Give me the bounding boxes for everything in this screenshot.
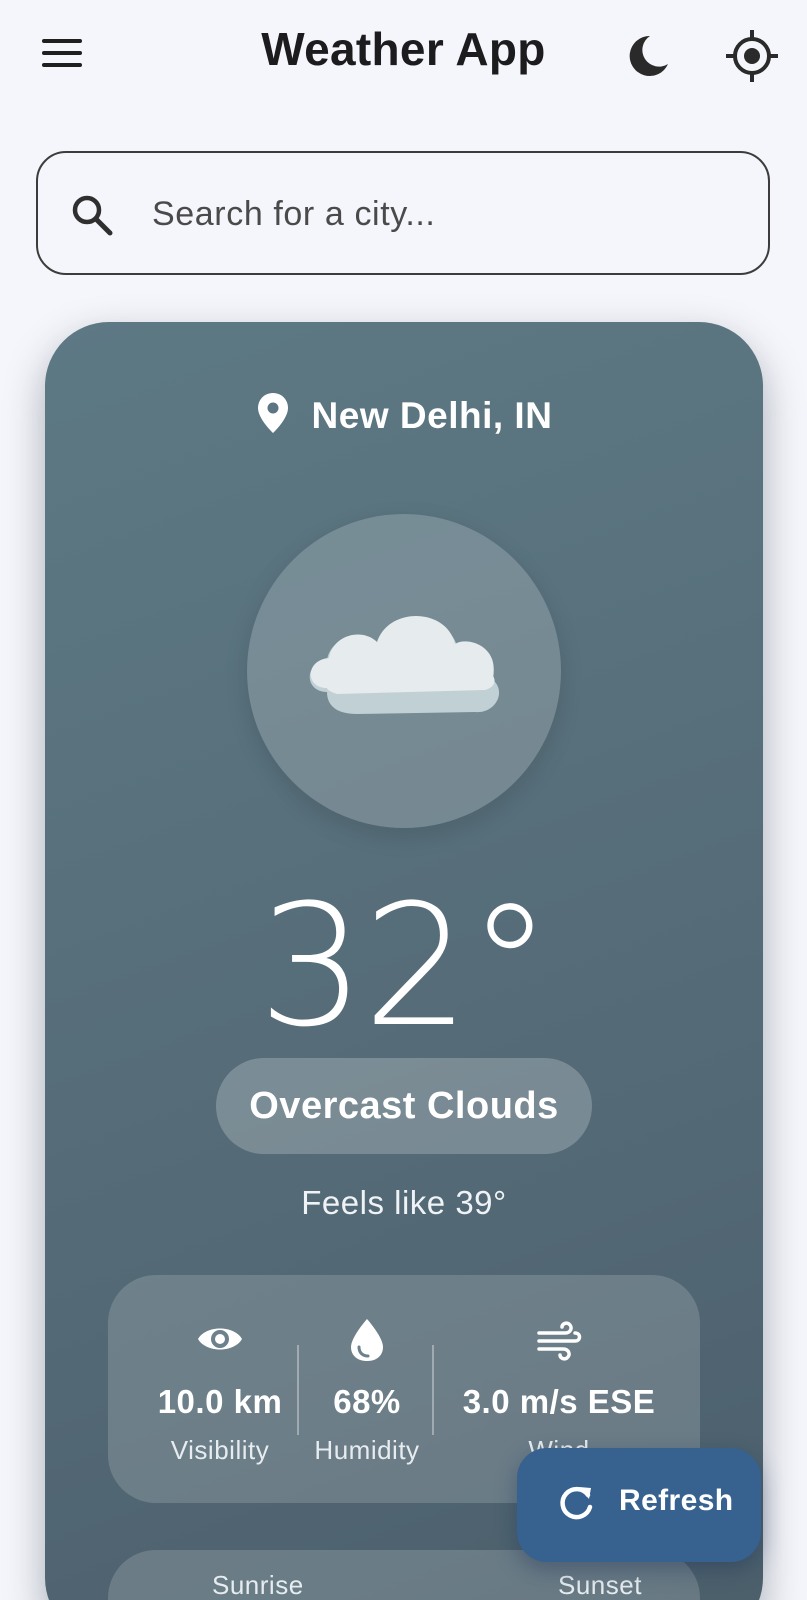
- search-bar[interactable]: [36, 151, 770, 275]
- location-header: New Delhi, IN: [45, 392, 763, 437]
- feels-like-text: Feels like 39°: [301, 1184, 507, 1221]
- stat-divider: [297, 1345, 299, 1435]
- app-title: Weather App: [261, 23, 546, 75]
- sunrise-label: Sunrise: [212, 1570, 304, 1600]
- location-name: New Delhi, IN: [311, 395, 553, 436]
- refresh-icon: [555, 1483, 597, 1525]
- stat-label: Humidity: [314, 1435, 420, 1465]
- search-input[interactable]: [152, 183, 732, 245]
- weather-icon-container: [247, 514, 561, 828]
- water-drop-icon: [343, 1315, 391, 1363]
- stat-visibility: 10.0 km Visibility: [130, 1275, 310, 1503]
- stat-humidity: 68% Humidity: [300, 1275, 434, 1503]
- stat-divider: [432, 1345, 434, 1435]
- eye-icon: [196, 1315, 244, 1363]
- wind-icon: [535, 1315, 583, 1363]
- location-pin-icon: [256, 392, 290, 434]
- search-icon: [68, 191, 116, 239]
- temperature-display: 32°: [258, 868, 552, 1064]
- sunset-label: Sunset: [558, 1570, 642, 1600]
- stat-label: Visibility: [170, 1435, 270, 1465]
- stat-value: 3.0 m/s ESE: [462, 1383, 656, 1420]
- stat-value: 68%: [333, 1383, 401, 1420]
- overcast-cloud-icon: [309, 615, 500, 714]
- stat-value: 10.0 km: [157, 1383, 283, 1420]
- refresh-button[interactable]: Refresh: [517, 1448, 761, 1562]
- gps-crosshair-icon[interactable]: [724, 28, 780, 84]
- refresh-label: Refresh: [619, 1484, 734, 1517]
- app-bar: Weather App: [0, 0, 807, 110]
- weather-card: New Delhi, IN 32° Overcast Clouds Feels …: [45, 322, 763, 1600]
- condition-badge: Overcast Clouds: [216, 1058, 592, 1154]
- moon-icon[interactable]: [620, 28, 676, 84]
